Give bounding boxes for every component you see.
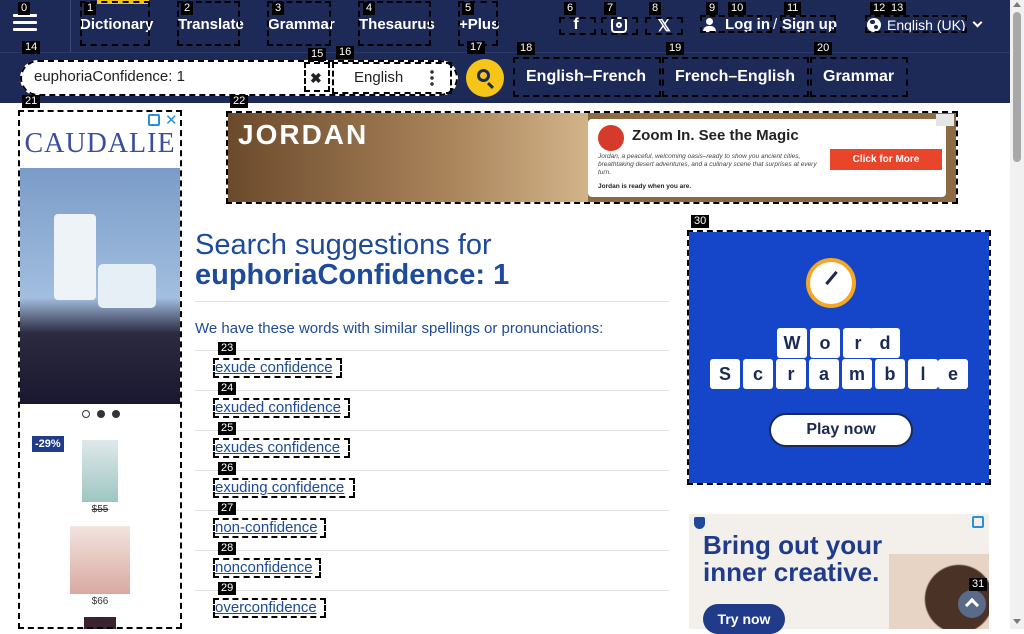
index-tag: 4 (363, 2, 376, 15)
scrollbar[interactable] (1010, 0, 1024, 629)
highlight-box (780, 15, 836, 33)
divider (195, 390, 669, 391)
highlight-box (213, 558, 321, 578)
highlight-box (213, 478, 355, 498)
highlight-box (213, 518, 326, 538)
index-tag: 14 (22, 41, 41, 54)
divider (195, 510, 669, 511)
highlight-box (213, 598, 326, 618)
page-title: Search suggestions for euphoriaConfidenc… (195, 230, 509, 290)
divider (195, 301, 669, 302)
index-tag: 30 (691, 215, 710, 228)
index-tag: 20 (814, 42, 833, 55)
index-tag: 19 (666, 42, 685, 55)
index-tag: 9 (706, 2, 719, 15)
divider (195, 430, 669, 431)
index-tag: 6 (564, 2, 577, 15)
index-tag: 18 (517, 42, 536, 55)
index-tag: 26 (218, 462, 237, 475)
highlight-box (213, 438, 350, 458)
index-tag: 2 (181, 2, 194, 15)
index-tag: 11 (784, 2, 802, 15)
highlight-box (332, 62, 452, 94)
highlight-box (304, 62, 330, 92)
highlight-box (213, 398, 350, 418)
index-tag: 0 (18, 2, 31, 15)
highlight-box (513, 57, 661, 97)
search-icon-handle (486, 81, 495, 90)
scrollbar-thumb[interactable] (1013, 12, 1021, 162)
search-icon (477, 69, 490, 82)
index-tag: 13 (888, 2, 907, 15)
highlight-box (559, 17, 596, 35)
intro-text: We have these words with similar spellin… (195, 320, 604, 337)
divider (195, 590, 669, 591)
scroll-down-arrow[interactable] (1013, 619, 1021, 624)
highlight-box (18, 110, 182, 629)
index-tag: 12 (870, 2, 889, 15)
index-tag: 16 (336, 46, 355, 59)
index-tag: 10 (728, 2, 747, 15)
index-tag: 22 (230, 95, 249, 108)
shield-icon (694, 517, 705, 529)
highlight-box (662, 57, 809, 97)
index-tag: 29 (218, 582, 237, 595)
index-tag: 24 (218, 382, 237, 395)
index-tag: 31 (969, 578, 988, 591)
scroll-top-button[interactable] (958, 590, 986, 618)
highlight-box (226, 111, 958, 204)
highlight-box (687, 230, 991, 485)
index-tag: 27 (218, 502, 237, 515)
highlight-box (700, 15, 772, 33)
index-tag: 3 (272, 2, 285, 15)
index-tag: 23 (218, 342, 237, 355)
adchoices-icon[interactable] (972, 516, 984, 528)
highlight-box (601, 17, 638, 35)
login-separator: / (773, 16, 778, 33)
index-tag: 5 (462, 2, 475, 15)
title-prefix: Search suggestions for (195, 229, 492, 261)
title-query: euphoriaConfidence: 1 (195, 259, 510, 291)
highlight-box (213, 358, 342, 378)
index-tag: 25 (218, 422, 237, 435)
nav-divider (70, 0, 71, 52)
ad-headline: Bring out your inner creative. (703, 530, 883, 587)
highlight-box (645, 17, 683, 35)
chevron-up-icon (964, 597, 980, 613)
ad-cta[interactable]: Try now (703, 604, 785, 634)
index-tag: 17 (467, 41, 486, 54)
index-tag: 28 (218, 542, 237, 555)
index-tag: 15 (308, 48, 327, 61)
search-button[interactable] (466, 59, 504, 97)
scroll-up-arrow[interactable] (1013, 2, 1021, 7)
highlight-box (865, 15, 967, 33)
divider (195, 350, 669, 351)
creative-ad[interactable]: Bring out your inner creative. Try now (689, 514, 989, 634)
index-tag: 7 (604, 2, 617, 15)
divider (195, 470, 669, 471)
divider (195, 550, 669, 551)
index-tag: 21 (22, 95, 41, 108)
highlight-box (810, 57, 908, 97)
index-tag: 1 (84, 2, 97, 15)
index-tag: 8 (649, 2, 662, 15)
menu-icon[interactable] (13, 14, 37, 32)
